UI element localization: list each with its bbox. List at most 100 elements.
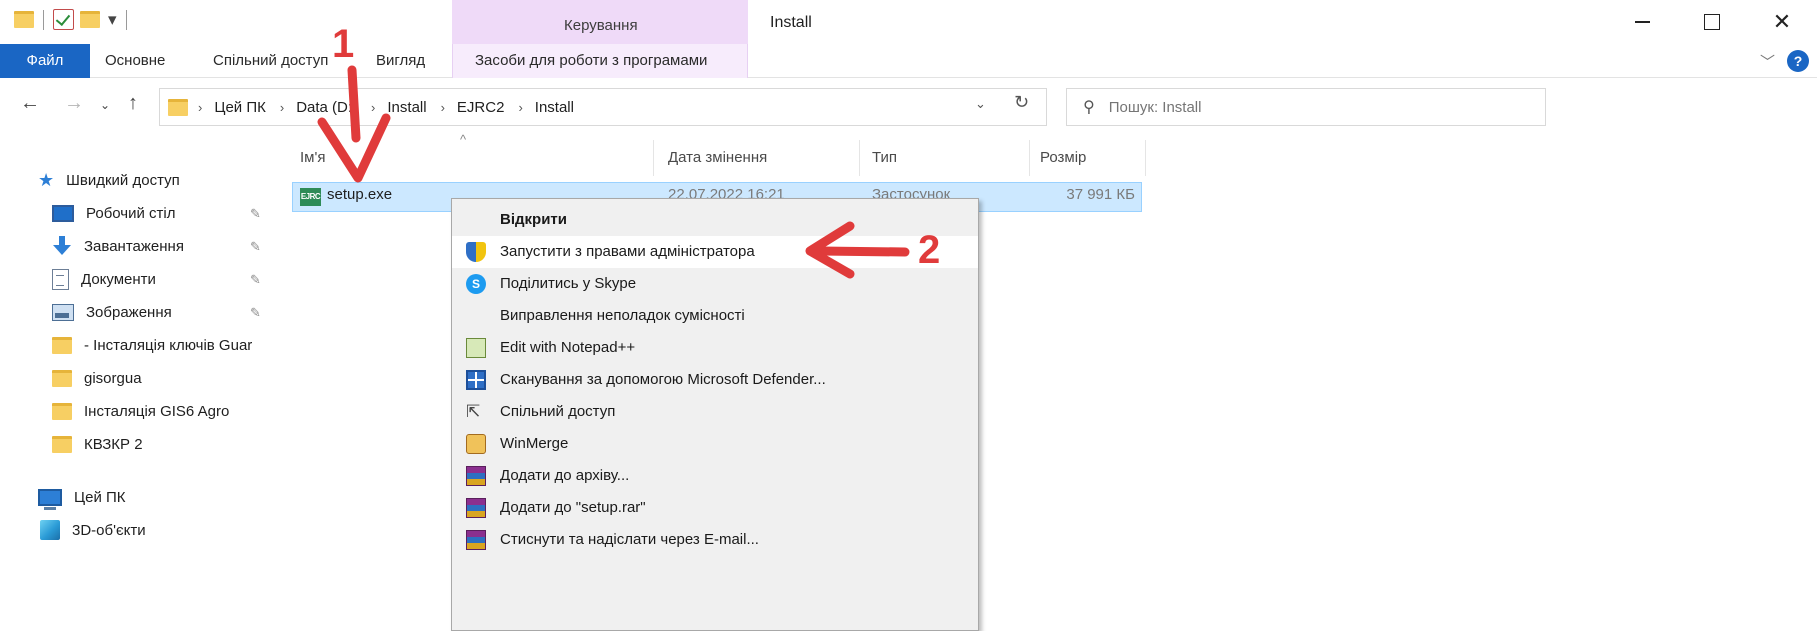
3d-objects-icon <box>40 520 60 540</box>
menu-item-add-to-setup-rar[interactable]: Додати до "setup.rar" <box>452 492 978 524</box>
breadcrumb-separator-icon[interactable]: › <box>371 100 375 115</box>
breadcrumb-separator-icon[interactable]: › <box>441 100 445 115</box>
nav-label: Робочий стіл <box>86 204 176 222</box>
nav-item-downloads[interactable]: Завантаження <box>52 230 184 262</box>
nav-item-gis6-agro[interactable]: Інсталяція GIS6 Agro <box>52 395 229 427</box>
menu-item-label: Додати до архіву... <box>500 467 630 484</box>
folder-icon <box>52 336 72 354</box>
search-icon: ⚲ <box>1083 99 1095 116</box>
help-icon[interactable]: ? <box>1787 50 1809 72</box>
nav-item-desktop[interactable]: Робочий стіл <box>52 197 176 229</box>
menu-item-label: Додати до "setup.rar" <box>500 499 646 516</box>
nav-item-guardant-keys[interactable]: - Інсталяція ключів Guar <box>52 329 252 361</box>
breadcrumb-install-current[interactable]: Install <box>535 99 574 116</box>
menu-item-run-as-admin[interactable]: Запустити з правами адміністратора <box>452 236 978 268</box>
back-arrow-icon[interactable]: ← <box>20 92 40 115</box>
column-header-type[interactable]: Тип <box>864 140 1030 176</box>
refresh-icon[interactable]: ↻ <box>1014 92 1029 113</box>
column-header-size[interactable]: Розмір <box>1032 140 1146 176</box>
breadcrumb-install[interactable]: Install <box>387 99 426 116</box>
menu-item-label: Відкрити <box>500 211 567 228</box>
menu-item-compress-email[interactable]: Стиснути та надіслати через E-mail... <box>452 524 978 556</box>
address-bar[interactable]: › Цей ПК › Data (D:) › Install › EJRC2 ›… <box>159 88 1047 126</box>
tab-home[interactable]: Основне <box>105 44 165 78</box>
menu-item-label: Спільний доступ <box>500 403 616 420</box>
tab-view[interactable]: Вигляд <box>376 44 425 78</box>
menu-item-troubleshoot-compatibility[interactable]: Виправлення неполадок сумісності <box>452 300 978 332</box>
menu-item-winmerge[interactable]: WinMerge <box>452 428 978 460</box>
tab-share[interactable]: Спільний доступ <box>213 44 328 78</box>
nav-quick-access[interactable]: ★ Швидкий доступ <box>38 164 180 196</box>
menu-item-label: Запустити з правами адміністратора <box>500 243 755 260</box>
nav-label: 3D-об'єкти <box>72 521 146 539</box>
share-icon: ⇱ <box>466 402 481 421</box>
recent-locations-chevron-icon[interactable]: ⌄ <box>100 98 110 112</box>
pin-icon[interactable]: ✎ <box>250 272 261 288</box>
new-folder-icon[interactable] <box>80 11 100 28</box>
menu-item-share[interactable]: ⇱ Спільний доступ <box>452 396 978 428</box>
window-title: Install <box>770 14 812 31</box>
winrar-icon <box>466 498 486 518</box>
column-header-name[interactable]: Ім'я <box>292 140 654 176</box>
breadcrumb-separator-icon[interactable]: › <box>518 100 522 115</box>
nav-label: Завантаження <box>84 237 184 255</box>
menu-item-edit-notepadpp[interactable]: Edit with Notepad++ <box>452 332 978 364</box>
search-box[interactable]: ⚲ <box>1066 88 1546 126</box>
file-name[interactable]: setup.exe <box>327 186 392 203</box>
nav-label: Швидкий доступ <box>66 171 180 189</box>
nav-item-documents[interactable]: Документи <box>52 263 156 295</box>
breadcrumb-separator-icon[interactable]: › <box>280 100 284 115</box>
address-dropdown-chevron-icon[interactable]: ⌄ <box>975 96 986 112</box>
nav-item-pictures[interactable]: Зображення <box>52 296 172 328</box>
winrar-icon <box>466 466 486 486</box>
up-arrow-icon[interactable]: ↑ <box>128 92 138 115</box>
uac-shield-icon <box>466 242 486 262</box>
column-header-date[interactable]: Дата змінення <box>660 140 860 176</box>
defender-icon <box>466 370 486 390</box>
nav-label: gisorgua <box>84 369 142 387</box>
nav-label: Зображення <box>86 303 172 321</box>
pin-icon[interactable]: ✎ <box>250 206 261 222</box>
tab-application-tools[interactable]: Засоби для роботи з програмами <box>452 44 748 78</box>
pin-icon[interactable]: ✎ <box>250 305 261 321</box>
minimize-button[interactable] <box>1607 0 1677 44</box>
maximize-button[interactable] <box>1677 0 1747 44</box>
menu-item-scan-defender[interactable]: Сканування за допомогою Microsoft Defend… <box>452 364 978 396</box>
nav-label: КВЗКР 2 <box>84 435 143 453</box>
search-input[interactable] <box>1108 98 1489 116</box>
breadcrumb-this-pc[interactable]: Цей ПК <box>214 99 266 116</box>
computer-icon <box>38 488 62 510</box>
toolbar-separator <box>43 9 44 30</box>
customize-toolbar-caret-icon[interactable]: ▾ <box>108 10 117 30</box>
star-icon: ★ <box>38 169 55 190</box>
breadcrumb-separator-icon[interactable]: › <box>198 100 202 115</box>
nav-this-pc[interactable]: Цей ПК <box>38 481 126 513</box>
menu-item-label: WinMerge <box>500 435 569 452</box>
folder-icon <box>52 435 72 453</box>
menu-item-label: Виправлення неполадок сумісності <box>500 307 745 324</box>
toolbar-separator <box>125 9 127 30</box>
menu-item-add-to-archive[interactable]: Додати до архіву... <box>452 460 978 492</box>
nav-item-gisorgua[interactable]: gisorgua <box>52 362 142 394</box>
ribbon-right-controls: ﹀ ? <box>1760 50 1809 72</box>
menu-item-share-skype[interactable]: S Поділитись у Skype <box>452 268 978 300</box>
tab-file[interactable]: Файл <box>0 44 90 78</box>
menu-item-label: Сканування за допомогою Microsoft Defend… <box>500 371 826 388</box>
skype-icon: S <box>466 274 486 294</box>
properties-icon[interactable] <box>53 9 74 30</box>
pin-icon[interactable]: ✎ <box>250 239 261 255</box>
forward-arrow-icon[interactable]: → <box>64 92 84 115</box>
nav-item-3d-objects[interactable]: 3D-об'єкти <box>40 514 146 546</box>
menu-item-open[interactable]: Відкрити <box>452 204 978 236</box>
breadcrumb-ejrc2[interactable]: EJRC2 <box>457 99 505 116</box>
folder-icon <box>14 11 34 28</box>
nav-item-kvzkr2[interactable]: КВЗКР 2 <box>52 428 143 460</box>
annotation-step-1: 1 <box>332 22 355 66</box>
nav-label: - Інсталяція ключів Guar <box>84 336 253 354</box>
folder-icon <box>168 98 188 116</box>
close-button[interactable]: ✕ <box>1747 0 1817 44</box>
expand-ribbon-chevron-icon[interactable]: ﹀ <box>1760 51 1775 72</box>
document-icon <box>52 268 69 290</box>
breadcrumb-data-drive[interactable]: Data (D:) <box>296 99 357 116</box>
sort-ascending-icon: ^ <box>460 132 467 147</box>
